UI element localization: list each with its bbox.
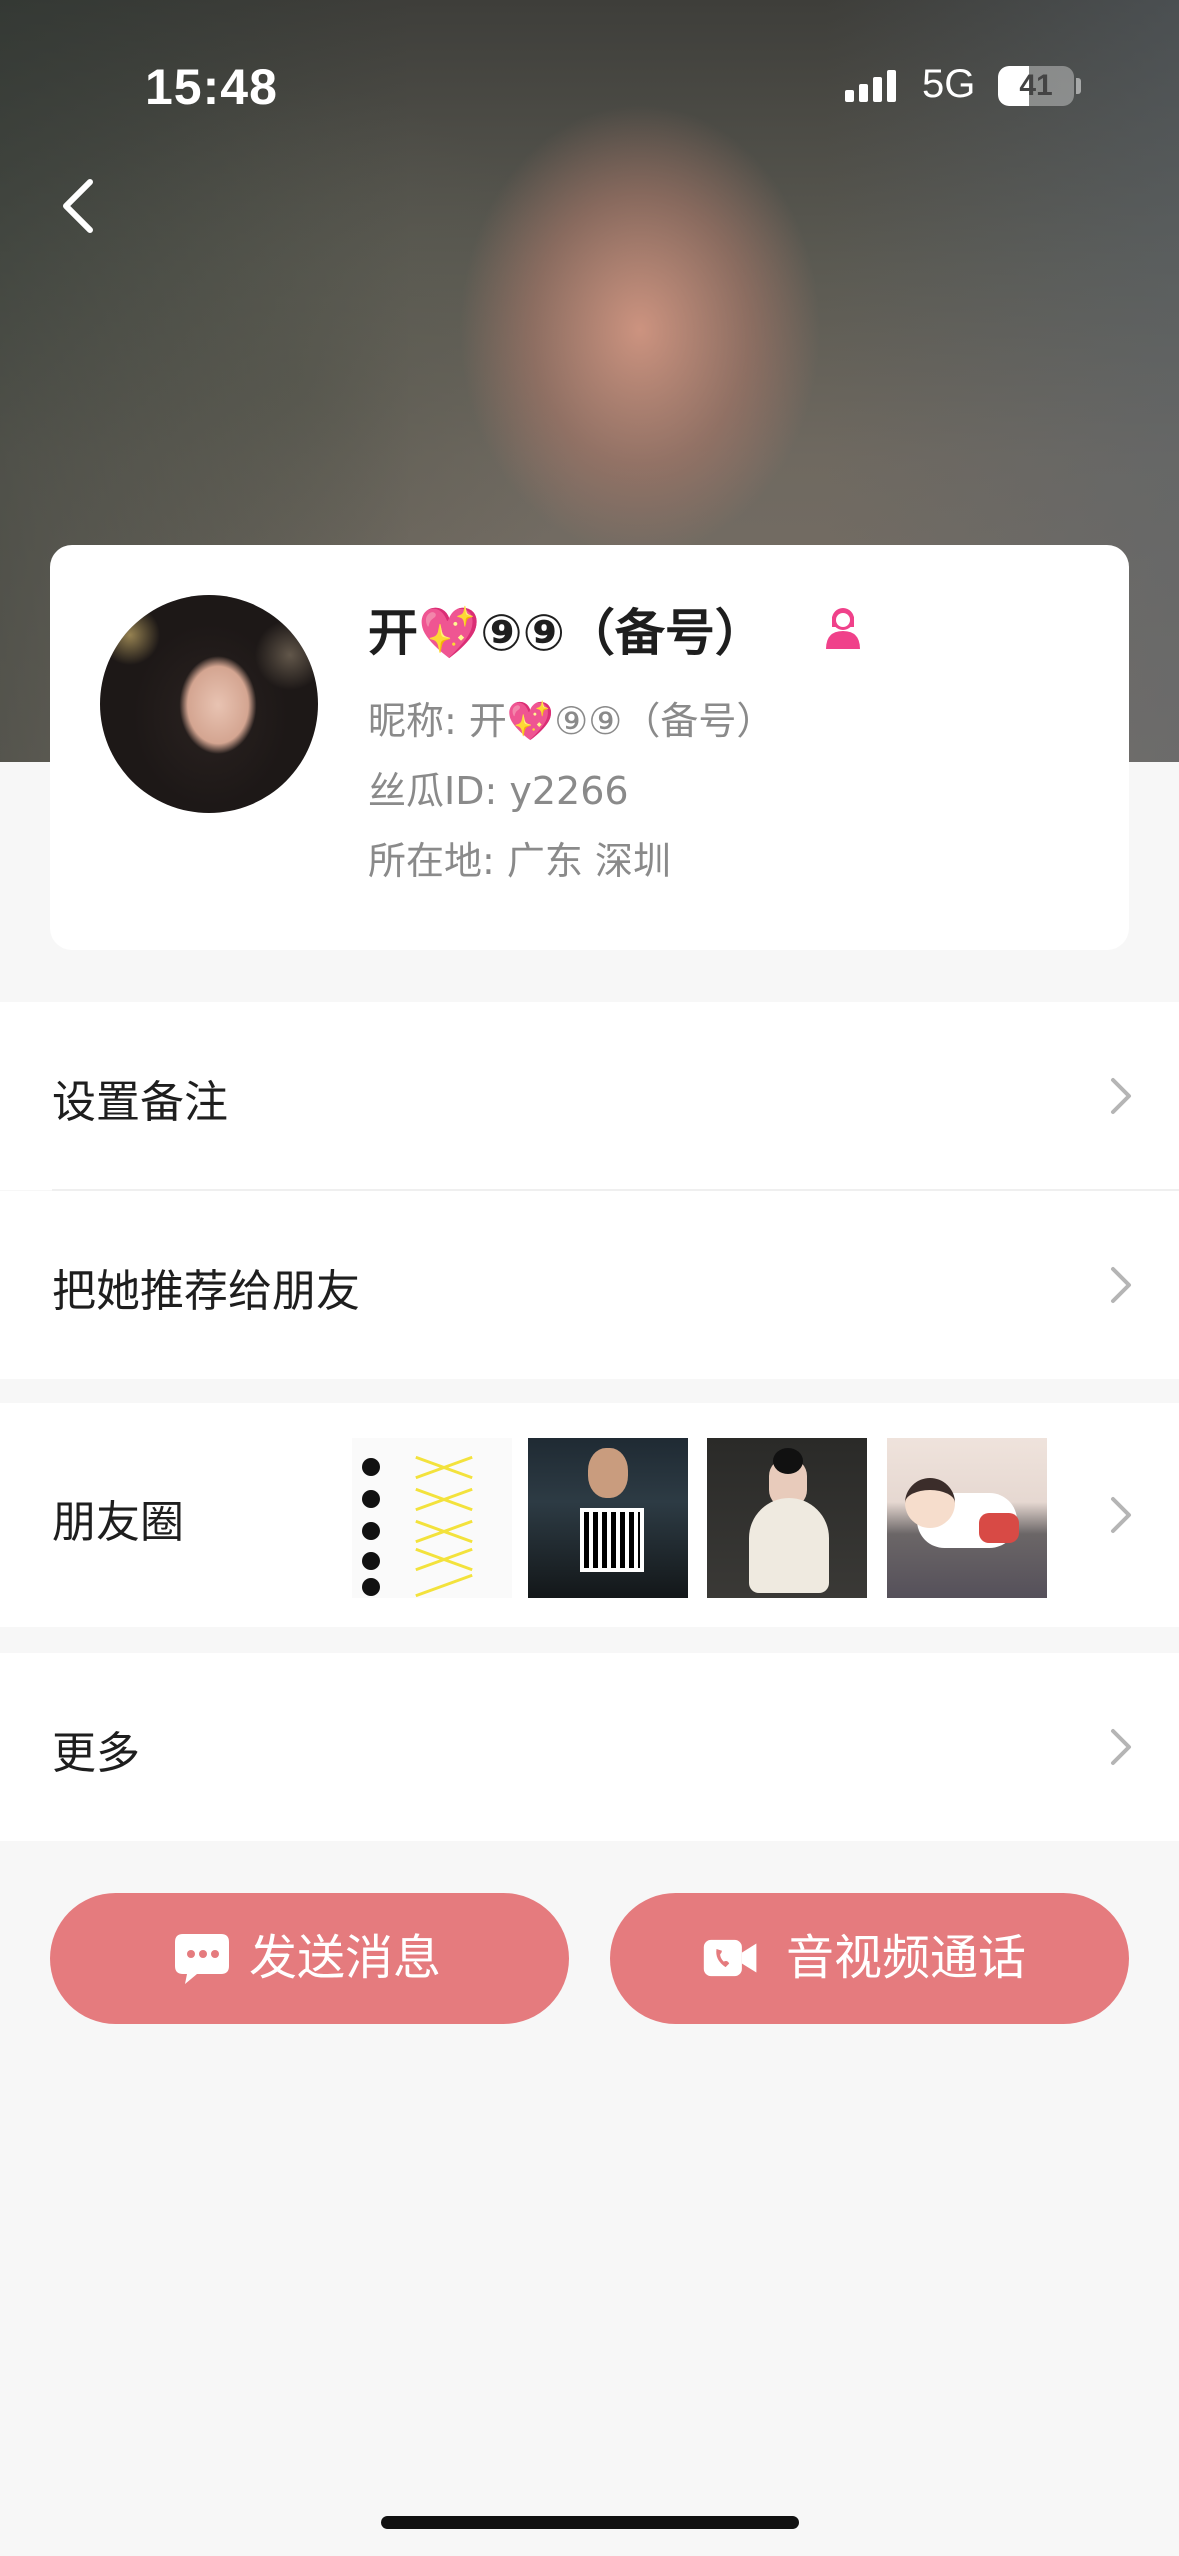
chat-bubble-icon [175, 1934, 229, 1984]
user-id: 丝瓜ID: y2266 [368, 769, 629, 813]
home-indicator[interactable] [381, 2516, 799, 2529]
chevron-right-icon [1111, 1497, 1131, 1533]
location: 所在地: 广东 深圳 [368, 839, 671, 883]
battery-tip [1076, 78, 1081, 94]
chevron-right-icon [1111, 1729, 1131, 1765]
network-type: 5G [922, 62, 976, 106]
moments-label: 朋友圈 [52, 1497, 184, 1548]
battery-level: 41 [1019, 69, 1053, 102]
cellular-signal-icon [845, 70, 896, 102]
video-call-icon [703, 1939, 757, 1977]
moments-thumbnail-1 [352, 1438, 512, 1598]
video-call-button[interactable]: 音视频通话 [610, 1893, 1129, 2024]
profile-card: 开💖⑨⑨（备号） 昵称: 开💖⑨⑨（备号） 丝瓜ID: y2266 所在地: 广… [50, 545, 1129, 950]
set-remark-label: 设置备注 [52, 1077, 228, 1128]
chevron-right-icon [1111, 1078, 1131, 1114]
moments-thumbnail-3 [707, 1438, 867, 1598]
status-time: 15:48 [145, 59, 278, 115]
avatar[interactable] [100, 595, 318, 813]
battery-icon: 41 [998, 66, 1074, 106]
female-user-icon [826, 608, 860, 649]
status-bar: 15:48 5G 41 [0, 0, 1179, 170]
set-remark-row[interactable]: 设置备注 [0, 1002, 1179, 1190]
profile-name: 开💖⑨⑨（备号） [368, 604, 765, 662]
more-label: 更多 [52, 1728, 140, 1779]
chevron-right-icon [1111, 1267, 1131, 1303]
recommend-to-friend-row[interactable]: 把她推荐给朋友 [0, 1191, 1179, 1379]
send-message-button[interactable]: 发送消息 [50, 1893, 569, 2024]
more-row[interactable]: 更多 [0, 1653, 1179, 1841]
recommend-label: 把她推荐给朋友 [52, 1266, 360, 1317]
moments-row[interactable]: 朋友圈 [0, 1403, 1179, 1627]
moments-thumbnail-4 [887, 1438, 1047, 1598]
chevron-left-icon[interactable] [50, 170, 110, 240]
nickname: 昵称: 开💖⑨⑨（备号） [368, 699, 775, 743]
moments-thumbnail-2 [528, 1438, 688, 1598]
send-message-label: 发送消息 [249, 1930, 442, 1986]
video-call-label: 音视频通话 [786, 1930, 1027, 1986]
